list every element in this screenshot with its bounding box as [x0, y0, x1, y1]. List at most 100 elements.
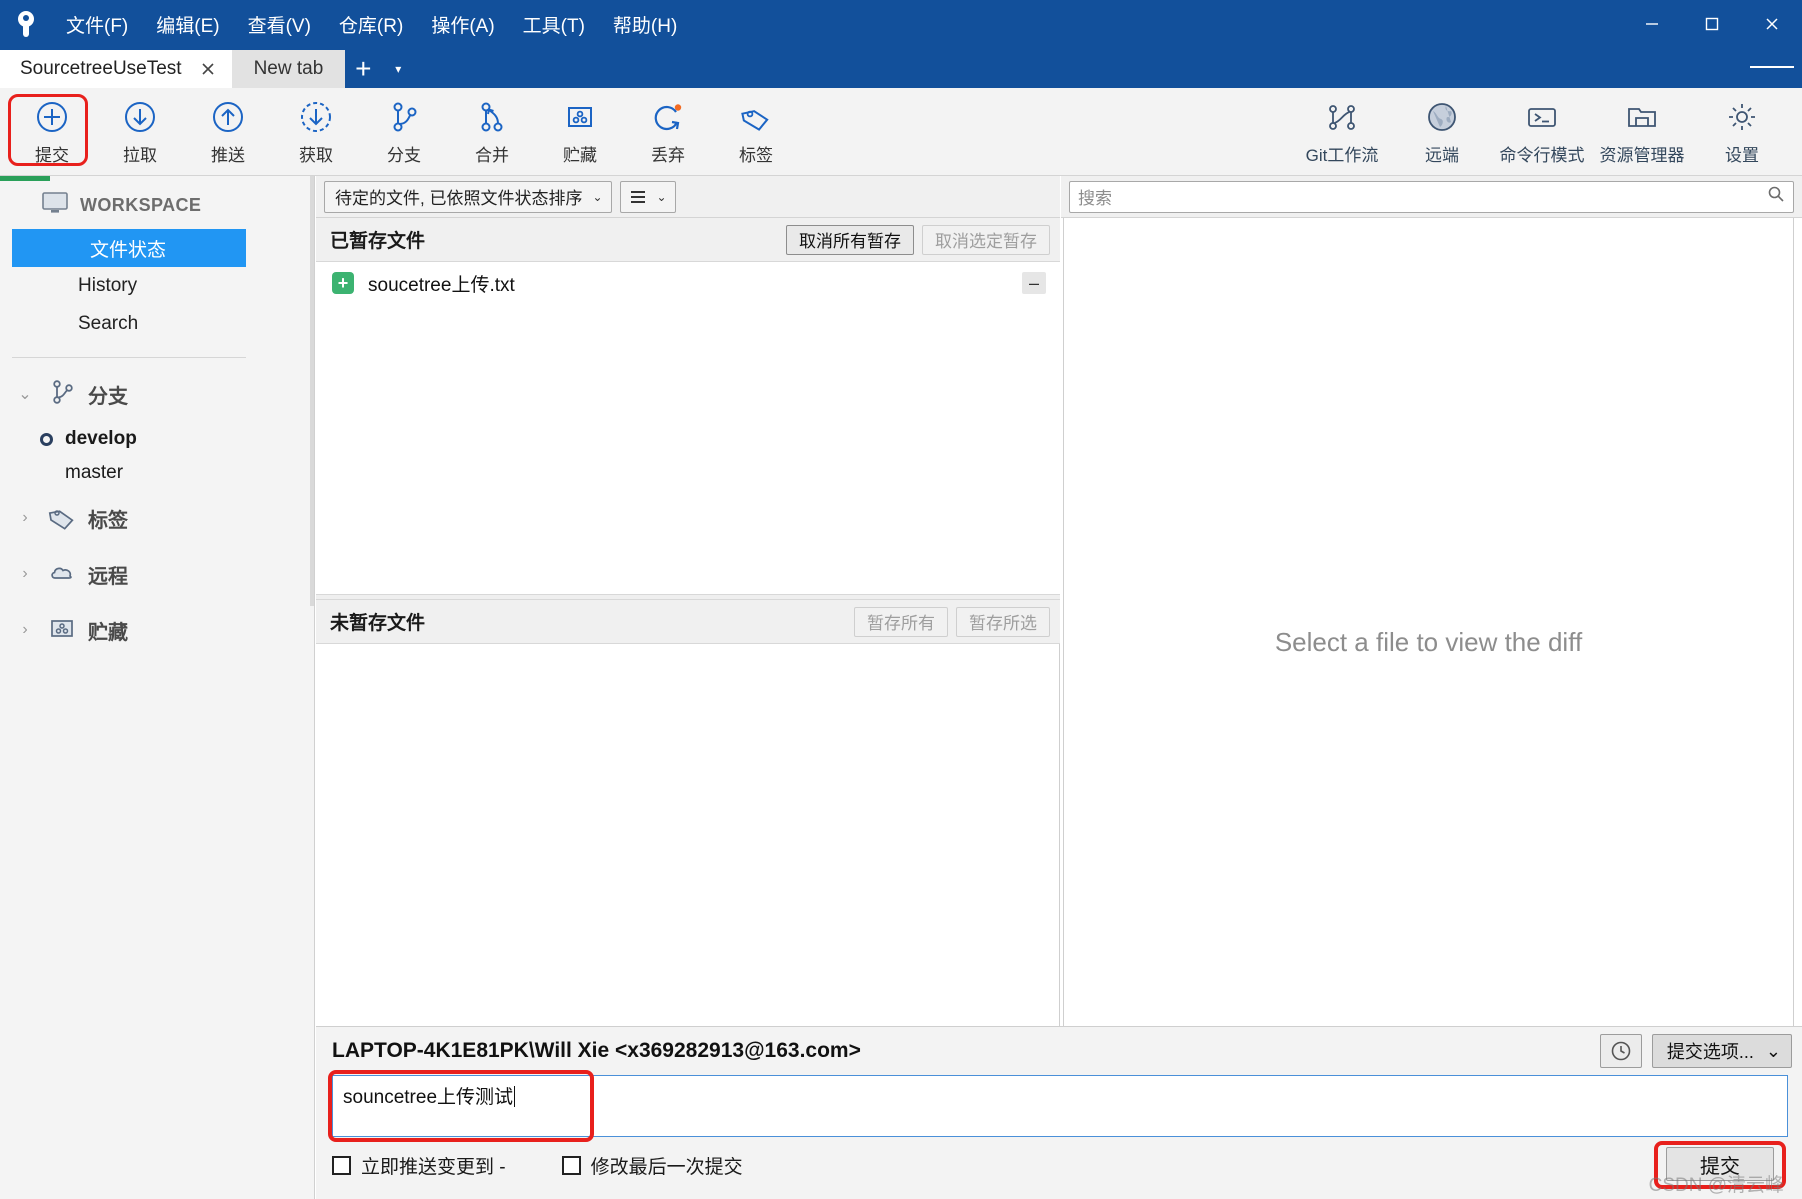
sidebar-divider [12, 357, 246, 358]
staged-files-list[interactable]: + soucetree上传.txt – [316, 262, 1060, 594]
search-input[interactable]: 搜索 [1069, 180, 1794, 213]
toolbar-tag-button[interactable]: 标签 [712, 93, 800, 171]
commit-author-actions: 提交选项... ⌄ [1599, 1034, 1792, 1068]
tab-sourcetreeusetest[interactable]: SourcetreeUseTest [0, 50, 232, 88]
toolbar-branch-label: 分支 [387, 146, 421, 165]
menu-tools[interactable]: 工具(T) [509, 8, 599, 41]
monitor-icon [42, 192, 68, 219]
add-tab-icon[interactable]: + [345, 50, 381, 88]
sidebar: WORKSPACE 文件状态 History Search ⌄ 分支 devel… [0, 176, 315, 1199]
sidebar-group-tags[interactable]: › 标签 [0, 490, 314, 546]
title-bar: 文件(F) 编辑(E) 查看(V) 仓库(R) 操作(A) 工具(T) 帮助(H… [0, 0, 1802, 48]
push-immediately-checkbox[interactable]: 立即推送变更到 - [332, 1152, 506, 1179]
terminal-icon [1525, 97, 1559, 137]
amend-last-commit-checkbox[interactable]: 修改最后一次提交 [561, 1152, 743, 1179]
checkbox-box[interactable] [332, 1155, 351, 1175]
checkbox-box[interactable] [561, 1155, 581, 1175]
unstaged-files-header: 未暂存文件 暂存所有 暂存所选 [316, 600, 1060, 644]
file-view-mode-dropdown[interactable]: ⌄ [619, 180, 676, 213]
sidebar-item-label: History [78, 275, 138, 296]
sidebar-group-branches[interactable]: ⌄ 分支 [0, 366, 314, 422]
sidebar-scrollbar[interactable] [310, 176, 314, 1199]
search-placeholder: 搜索 [1078, 189, 1112, 208]
toolbar-explorer-button[interactable]: 资源管理器 [1592, 93, 1692, 171]
clock-history-icon[interactable] [1599, 1034, 1642, 1068]
sidebar-item-label: 文件状态 [90, 239, 167, 261]
tab-label: SourcetreeUseTest [20, 58, 182, 79]
menu-edit[interactable]: 编辑(E) [142, 8, 233, 41]
toolbar-merge-button[interactable]: 合并 [448, 93, 536, 171]
sidebar-group-remotes[interactable]: › 远程 [0, 546, 314, 602]
app-logo [0, 11, 52, 37]
toolbar-merge-label: 合并 [475, 146, 509, 165]
chevron-down-icon[interactable]: ⌄ [14, 384, 36, 404]
commit-options-button[interactable]: 提交选项... ⌄ [1651, 1034, 1792, 1068]
file-added-status-icon: + [332, 272, 354, 294]
toolbar-branch-button[interactable]: 分支 [360, 93, 448, 171]
main-toolbar: 提交 拉取 推送 获取 分支 合并 贮藏 丢弃 标签 Git工作流 远端 命令行… [0, 88, 1802, 176]
minimize-icon[interactable] [1622, 0, 1682, 48]
file-filter-bar: 待定的文件, 已依照文件状态排序 ⌄ ⌄ [316, 176, 1060, 218]
discard-refresh-icon [651, 97, 685, 137]
unstage-file-button[interactable]: – [1022, 272, 1046, 294]
commit-options-row: 立即推送变更到 - 修改最后一次提交 提交 [316, 1137, 1802, 1189]
sidebar-item-label: Search [78, 313, 139, 334]
unstage-all-button[interactable]: 取消所有暂存 [786, 224, 914, 255]
unstage-selected-button[interactable]: 取消选定暂存 [922, 224, 1050, 255]
chevron-down-icon: ⌄ [1765, 1040, 1781, 1061]
chevron-down-icon[interactable]: ▾ [381, 50, 415, 88]
file-sort-dropdown[interactable]: 待定的文件, 已依照文件状态排序 ⌄ [324, 180, 612, 213]
sidebar-item-file-status[interactable]: 文件状态 [12, 229, 246, 267]
close-icon[interactable] [1742, 0, 1802, 48]
toolbar-remote-label: 远端 [1425, 146, 1459, 165]
close-icon[interactable] [198, 59, 218, 79]
search-icon[interactable] [1767, 185, 1785, 208]
chevron-right-icon[interactable]: › [14, 621, 36, 639]
menu-actions[interactable]: 操作(A) [417, 8, 508, 41]
toolbar-stash-button[interactable]: 贮藏 [536, 93, 624, 171]
toolbar-settings-button[interactable]: 设置 [1692, 93, 1792, 171]
commit-bar: LAPTOP-4K1E81PK\Will Xie <x369282913@163… [316, 1026, 1802, 1199]
chevron-right-icon[interactable]: › [14, 565, 36, 583]
commit-message-wrapper: souncetree上传测试 [328, 1070, 1788, 1142]
toolbar-pull-label: 拉取 [123, 146, 157, 165]
sidebar-item-search[interactable]: Search [0, 305, 314, 343]
commit-button[interactable]: 提交 [1666, 1147, 1774, 1181]
toolbar-gitflow-button[interactable]: Git工作流 [1292, 93, 1392, 171]
cloud-icon [48, 558, 76, 591]
toolbar-remote-button[interactable]: 远端 [1392, 93, 1492, 171]
menu-view[interactable]: 查看(V) [234, 8, 325, 41]
staged-actions: 取消所有暂存 取消选定暂存 [786, 224, 1050, 255]
diff-empty-state: Select a file to view the diff [1063, 218, 1794, 1068]
commit-options-label: 提交选项... [1666, 1042, 1754, 1062]
toolbar-pull-button[interactable]: 拉取 [96, 93, 184, 171]
toolbar-fetch-label: 获取 [299, 146, 333, 165]
menu-file[interactable]: 文件(F) [52, 8, 142, 41]
checkbox-label: 修改最后一次提交 [590, 1156, 743, 1178]
toolbar-fetch-button[interactable]: 获取 [272, 93, 360, 171]
menu-help[interactable]: 帮助(H) [599, 8, 691, 41]
hamburger-menu-icon[interactable] [1750, 48, 1795, 86]
stage-all-button[interactable]: 暂存所有 [854, 606, 948, 637]
toolbar-discard-button[interactable]: 丢弃 [624, 93, 712, 171]
stash-icon [563, 97, 597, 137]
branch-name: master [65, 462, 124, 483]
toolbar-terminal-button[interactable]: 命令行模式 [1492, 93, 1592, 171]
chevron-right-icon[interactable]: › [14, 509, 36, 527]
tab-new-tab[interactable]: New tab [231, 50, 346, 88]
toolbar-push-button[interactable]: 推送 [184, 93, 272, 171]
menu-repository[interactable]: 仓库(R) [325, 8, 417, 41]
branch-icon [48, 378, 76, 411]
commit-message-value: souncetree上传测试 [343, 1087, 514, 1108]
commit-message-input[interactable]: souncetree上传测试 [332, 1075, 1788, 1137]
sidebar-branch-master[interactable]: master [0, 456, 314, 490]
sidebar-item-history[interactable]: History [0, 267, 314, 305]
sidebar-branch-develop[interactable]: develop [0, 422, 314, 456]
toolbar-commit-label: 提交 [35, 146, 69, 165]
staged-file-row[interactable]: + soucetree上传.txt – [316, 262, 1060, 304]
maximize-icon[interactable] [1682, 0, 1742, 48]
toolbar-commit-button[interactable]: 提交 [8, 93, 96, 171]
stage-selected-button[interactable]: 暂存所选 [956, 606, 1050, 637]
sidebar-group-stashes[interactable]: › 贮藏 [0, 602, 314, 658]
merge-icon [475, 97, 509, 137]
